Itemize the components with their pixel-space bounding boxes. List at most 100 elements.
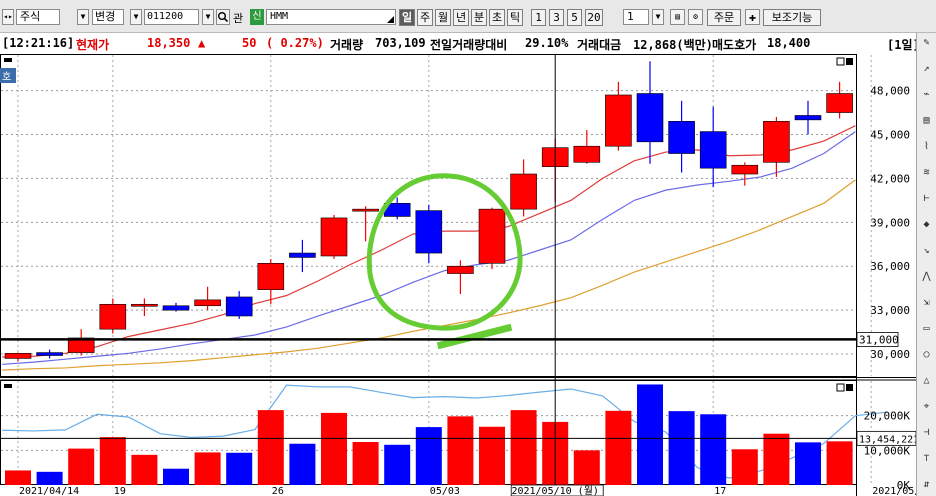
candle-body <box>636 93 664 143</box>
prev-volume-ratio-label: 전일거래량대비 <box>430 38 508 52</box>
candle-body <box>699 131 727 169</box>
interval-button[interactable]: 5 <box>567 9 582 26</box>
tool-icon[interactable]: ⊢ <box>919 193 934 204</box>
interval-button[interactable]: 20 <box>585 9 603 26</box>
volume-bar <box>510 410 537 485</box>
sin-badge: 신 <box>250 9 264 25</box>
candle-body <box>573 145 601 163</box>
up-arrow-icon: ▲ <box>198 36 206 50</box>
price-tick-label: 45,000 <box>870 129 910 142</box>
volume-bar <box>637 384 663 485</box>
period-button[interactable]: 일 <box>399 9 415 26</box>
dropdown-icon[interactable]: ▼ <box>202 9 214 25</box>
period-button[interactable]: 분 <box>471 9 487 26</box>
tool-icon[interactable]: ↘ <box>919 245 934 256</box>
stock-name-field[interactable]: HMM <box>266 9 396 25</box>
save-icon[interactable]: ▤ <box>670 9 685 25</box>
volume-bar <box>5 470 31 485</box>
price-tick-label: 36,000 <box>870 260 910 273</box>
dropdown-icon[interactable]: ▼ <box>652 9 664 25</box>
candle-body <box>289 252 316 258</box>
candle-body <box>4 353 32 359</box>
dropdown-icon[interactable]: ▼ <box>130 9 142 25</box>
stock-code-input[interactable]: 011200 <box>144 9 199 25</box>
volume-bar <box>68 448 95 485</box>
tool-icon[interactable]: ▤ <box>919 115 934 126</box>
tool-icon[interactable]: ⇲ <box>919 297 934 308</box>
date-tick-label: 05/03 <box>430 486 460 496</box>
volume-bar <box>384 444 411 485</box>
quote-time: [12:21:16] <box>2 36 75 50</box>
candle-body <box>131 303 158 307</box>
tool-icon[interactable]: ▭ <box>919 323 934 334</box>
interval-button[interactable]: 1 <box>531 9 546 26</box>
plus-icon[interactable]: ✚ <box>745 9 760 25</box>
tool-icon[interactable]: ↗ <box>919 63 934 74</box>
period-button[interactable]: 년 <box>453 9 469 26</box>
tool-icon[interactable]: ≋ <box>919 167 934 178</box>
current-price: 18,350 <box>147 36 191 50</box>
volume-tick-label: 10,000K <box>864 444 911 457</box>
order-button[interactable]: 주문 <box>707 9 741 26</box>
tool-icon[interactable]: ⋀ <box>919 271 934 282</box>
period-button[interactable]: 월 <box>435 9 451 26</box>
period-button[interactable]: 초 <box>489 9 505 26</box>
date-tick-label: 17 <box>714 486 726 496</box>
kwan-label[interactable]: 관 <box>233 10 243 26</box>
volume-bar <box>573 450 600 485</box>
pane-collapse-icon[interactable] <box>4 58 12 62</box>
dropdown-icon[interactable]: ▼ <box>77 9 89 25</box>
candle-body <box>225 296 253 317</box>
volume-bar <box>226 452 253 485</box>
interval-button[interactable]: 3 <box>549 9 564 26</box>
period-button[interactable]: 주 <box>417 9 433 26</box>
price-tick-label: 48,000 <box>870 85 910 98</box>
candle-body <box>826 93 853 113</box>
tool-icon[interactable]: △ <box>919 375 934 386</box>
crosshair-date-label: 2021/05/10 (월) <box>511 485 598 496</box>
volume-bar <box>415 427 442 485</box>
price-tick-label: 33,000 <box>870 304 910 317</box>
change-button[interactable]: 변경 <box>92 9 124 25</box>
volume-bar <box>131 454 158 485</box>
price-label: 현재가 <box>76 38 110 52</box>
stock-chart[interactable]: 48,000 45,000 42,000 39,000 36,000 33,000 30,0… <box>0 54 916 496</box>
nav-arrows-icon[interactable]: ◂▸ <box>2 9 14 25</box>
tool-icon[interactable]: ◆ <box>919 219 934 230</box>
prev-volume-ratio: 29.10% <box>525 36 569 50</box>
candle-body <box>668 121 695 154</box>
price-change-pct: ( 0.27%) <box>266 36 324 50</box>
indicator-button[interactable]: 보조기능 <box>763 9 821 26</box>
volume-bar <box>321 412 347 485</box>
gear-icon[interactable]: ⚙ <box>688 9 703 25</box>
volume-bar <box>163 468 189 485</box>
volume-bar <box>668 411 695 485</box>
count-input[interactable]: 1 <box>623 9 649 25</box>
market-type-select[interactable]: 주식 <box>16 9 60 25</box>
pane-collapse-icon[interactable] <box>4 384 12 388</box>
price-tick-label: 30,000 <box>870 348 910 361</box>
candle-body <box>36 352 63 356</box>
tool-icon[interactable]: ⊤ <box>919 453 934 464</box>
volume-ref-label: 13,454,221 <box>859 434 916 445</box>
tool-icon[interactable]: ⌁ <box>919 89 934 100</box>
tool-icon[interactable]: ⌖ <box>919 401 934 412</box>
tool-icon[interactable]: ⌇ <box>919 141 934 152</box>
search-icon[interactable] <box>216 9 230 25</box>
candle-body <box>415 210 443 254</box>
volume-bar <box>700 414 727 485</box>
period-button[interactable]: 틱 <box>507 9 523 26</box>
tool-icon[interactable]: ⊣ <box>919 427 934 438</box>
volume-bar <box>479 426 505 485</box>
volume-bar <box>731 449 758 485</box>
date-tick-label: 19 <box>114 486 126 496</box>
volume-bar <box>289 443 316 485</box>
ask-value: 18,400 <box>767 36 811 50</box>
tool-icon[interactable]: ⇵ <box>919 479 934 490</box>
volume-value: 703,109 <box>375 36 426 50</box>
candle-body <box>194 299 221 307</box>
tool-icon[interactable]: ✎ <box>919 37 934 48</box>
volume-bar <box>194 452 221 485</box>
tool-icon[interactable]: ○ <box>919 349 934 360</box>
toolbar: ◂▸ 주식 ▼ 변경 ▼ 011200 ▼ 관 신 HMM 1 ▼ ▤ ⚙ 주문… <box>0 0 936 33</box>
